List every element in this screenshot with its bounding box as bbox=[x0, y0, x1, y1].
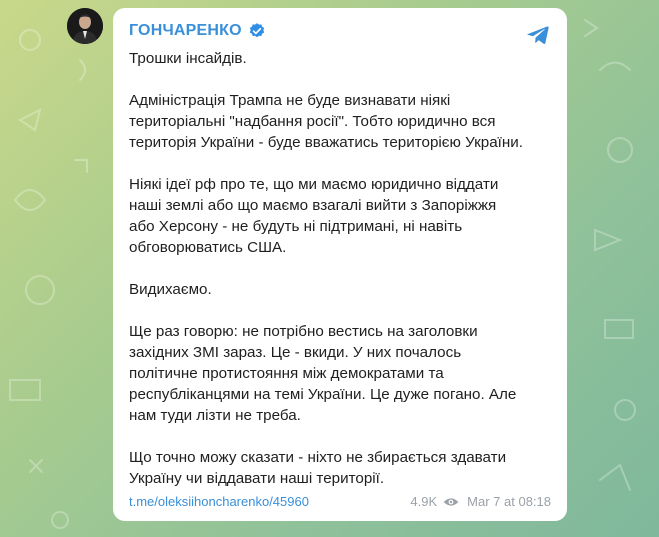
post-message: Трошки інсайдів. Адміністрація Трампа не… bbox=[129, 48, 551, 489]
post-meta: 4.9K Mar 7 at 08:18 bbox=[410, 494, 551, 509]
avatar-portrait-icon bbox=[67, 8, 103, 44]
message-paragraph: Трошки інсайдів. bbox=[129, 50, 247, 67]
verified-badge-icon bbox=[249, 23, 264, 38]
eye-icon bbox=[443, 497, 459, 506]
message-paragraph: Ще раз говорю: не потрібно вестись на за… bbox=[129, 323, 517, 424]
channel-avatar[interactable] bbox=[67, 8, 103, 44]
channel-name[interactable]: ГОНЧАРЕНКО bbox=[129, 22, 242, 40]
post-permalink[interactable]: t.me/oleksiihoncharenko/45960 bbox=[129, 494, 309, 509]
message-paragraph: Адміністрація Трампа не буде визнавати н… bbox=[129, 92, 523, 151]
channel-post-bubble: ГОНЧАРЕНКО Трошки інсайдів. Адміністраці… bbox=[113, 8, 567, 521]
post-header: ГОНЧАРЕНКО bbox=[129, 20, 551, 42]
view-count: 4.9K bbox=[410, 494, 438, 509]
message-paragraph: Що точно можу сказати - ніхто не збираєт… bbox=[129, 449, 507, 487]
post-date: Mar 7 at 08:18 bbox=[467, 494, 551, 509]
message-paragraph: Видихаємо. bbox=[129, 281, 212, 298]
telegram-share-icon[interactable] bbox=[525, 22, 551, 48]
post-footer: t.me/oleksiihoncharenko/45960 4.9K Mar 7… bbox=[129, 494, 551, 509]
message-paragraph: Ніякі ідеї рф про те, що ми маємо юридич… bbox=[129, 176, 499, 256]
